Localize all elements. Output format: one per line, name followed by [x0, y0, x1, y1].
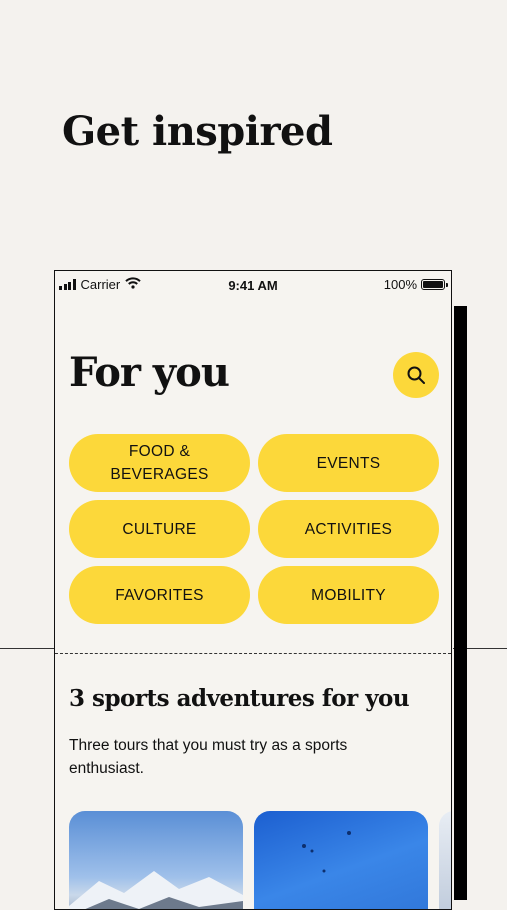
search-button[interactable]	[393, 352, 439, 398]
snow-image	[302, 831, 351, 873]
adventure-card[interactable]	[439, 811, 451, 909]
category-activities[interactable]: ACTIVITIES	[258, 500, 439, 558]
status-bar: Carrier 9:41 AM 100%	[55, 271, 451, 299]
battery-percent: 100%	[383, 277, 417, 292]
page-title: For you	[69, 349, 230, 396]
category-events[interactable]: EVENTS	[258, 434, 439, 492]
category-favorites[interactable]: FAVORITES	[69, 566, 250, 624]
section-description: Three tours that you must try as a sport…	[69, 737, 348, 777]
category-mobility[interactable]: MOBILITY	[258, 566, 439, 624]
category-food-beverages[interactable]: FOOD & BEVERAGES	[69, 434, 250, 492]
phone-shadow	[454, 306, 467, 900]
section-divider	[55, 653, 451, 654]
category-culture[interactable]: CULTURE	[69, 500, 250, 558]
adventure-card[interactable]	[254, 811, 428, 909]
divider-left	[0, 648, 55, 649]
adventure-card[interactable]	[69, 811, 243, 909]
battery-icon	[421, 279, 448, 290]
phone-screen: Carrier 9:41 AM 100% For you FOOD & BEVE…	[54, 270, 452, 910]
promo-headline: Get inspired	[62, 108, 333, 155]
category-grid: FOOD & BEVERAGES EVENTS CULTURE ACTIVITI…	[69, 434, 439, 624]
section-title: 3 sports adventures for you	[69, 685, 410, 712]
search-icon	[407, 366, 425, 384]
mountain-image	[69, 871, 243, 909]
